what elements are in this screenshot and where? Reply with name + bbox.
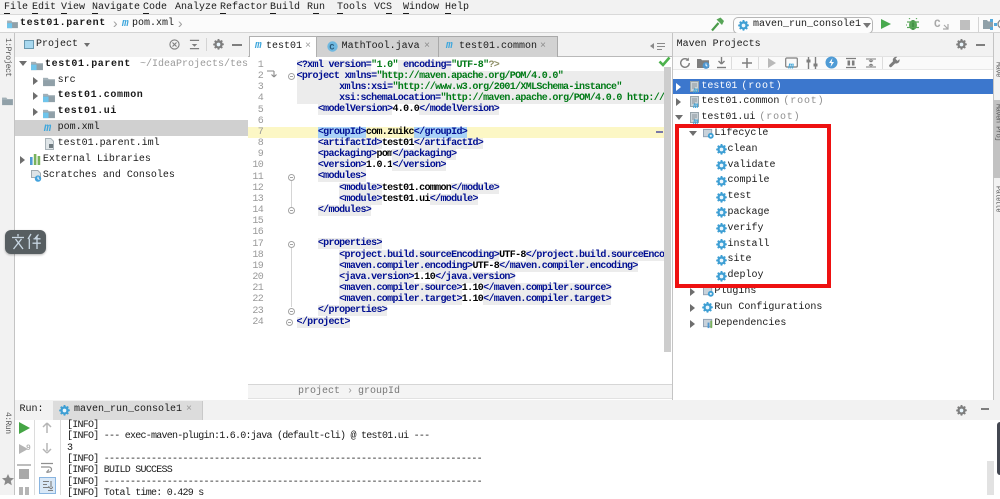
svg-text:m: m (692, 101, 699, 111)
svg-text:C: C (329, 43, 334, 52)
svg-text:m: m (692, 86, 699, 96)
svg-text:m: m (787, 61, 794, 69)
